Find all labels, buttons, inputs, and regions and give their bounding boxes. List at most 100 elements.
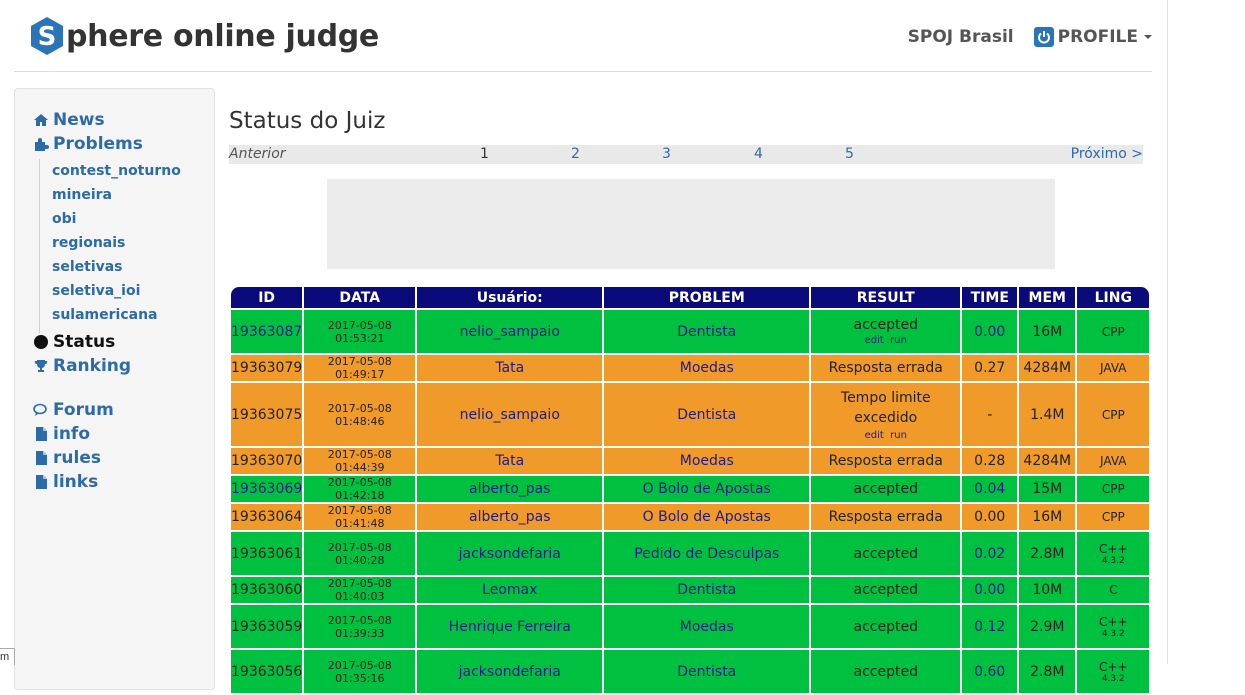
sidebar-item-rules[interactable]: rules [33, 448, 101, 468]
top-nav: SPOJ Brasil PROFILE [908, 26, 1152, 48]
time-value[interactable]: 0.00 [962, 577, 1018, 603]
table-row: 19363079 2017-05-08 01:49:17 Tata Moedas… [231, 355, 1150, 381]
edit-link[interactable]: edit [865, 430, 884, 441]
user-link[interactable]: jacksondefaria [417, 532, 603, 575]
result-text: accepted [811, 650, 961, 693]
table-row: 19363087 2017-05-08 01:53:21 nelio_sampa… [231, 310, 1150, 353]
svg-text:S: S [38, 22, 57, 52]
col-header-lang: LING [1077, 287, 1150, 308]
pager-page-4[interactable]: 4 [754, 146, 763, 162]
logo-text: phere online judge [66, 18, 379, 54]
user-link[interactable]: nelio_sampaio [417, 310, 603, 353]
submission-id: 19363069 [231, 476, 303, 502]
sidebar-subitem-mineira[interactable]: mineira [52, 187, 112, 203]
sidebar-item-ranking[interactable]: Ranking [33, 356, 131, 376]
time-value[interactable]: 0.02 [962, 532, 1018, 575]
chevron-down-icon[interactable] [1144, 35, 1152, 39]
result-text: accepted [811, 605, 961, 648]
result-cell: Tempo limite excedido edit run [811, 383, 961, 446]
mem-value: 1.4M [1019, 383, 1076, 446]
lang-value: CPP [1077, 476, 1150, 502]
result-text: Resposta errada [811, 448, 961, 474]
sidebar-subitem-contest-noturno[interactable]: contest_noturno [52, 163, 181, 179]
problem-link[interactable]: Moedas [604, 605, 810, 648]
result-text-line1: Tempo limite [840, 390, 931, 406]
mem-value: 2.8M [1019, 650, 1076, 693]
run-link[interactable]: run [890, 430, 907, 441]
user-link[interactable]: Tata [417, 448, 603, 474]
user-link[interactable]: nelio_sampaio [417, 383, 603, 446]
sidebar: News Problems contest_noturno mineira ob… [14, 88, 215, 690]
problem-link[interactable]: Pedido de Desculpas [604, 532, 810, 575]
user-link[interactable]: alberto_pas [417, 476, 603, 502]
lang-value: CPP [1077, 310, 1150, 353]
sidebar-item-info[interactable]: info [33, 424, 90, 444]
user-link[interactable]: Tata [417, 355, 603, 381]
sidebar-item-problems[interactable]: Problems [33, 134, 143, 154]
mem-value: 4284M [1019, 355, 1076, 381]
mem-value: 10M [1019, 577, 1076, 603]
lang-value: JAVA [1077, 448, 1150, 474]
time-value[interactable]: 0.60 [962, 650, 1018, 693]
mem-value: 2.8M [1019, 532, 1076, 575]
user-link[interactable]: Leomax [417, 577, 603, 603]
result-text: Resposta errada [811, 504, 961, 530]
submission-id-link[interactable]: 19363087 [231, 310, 303, 353]
result-text: accepted [853, 317, 918, 333]
pager-prev: Anterior [229, 146, 286, 162]
time-value[interactable]: 0.00 [962, 310, 1018, 353]
sidebar-item-links[interactable]: links [33, 472, 98, 492]
time-value[interactable]: 0.04 [962, 476, 1018, 502]
run-link[interactable]: run [890, 335, 907, 346]
problem-link[interactable]: Dentista [604, 310, 810, 353]
pager-next[interactable]: Próximo > [1071, 146, 1143, 162]
submission-date: 2017-05-08 01:49:17 [304, 355, 416, 381]
user-link[interactable]: Henrique Ferreira [417, 605, 603, 648]
edit-link[interactable]: edit [865, 335, 884, 346]
submission-id: 19363079 [231, 355, 303, 381]
profile-menu[interactable]: PROFILE [1058, 27, 1138, 47]
site-logo[interactable]: S phere online judge [29, 16, 379, 56]
result-text: accepted [811, 532, 961, 575]
puzzle-icon [35, 138, 49, 151]
time-value[interactable]: 0.12 [962, 605, 1018, 648]
submission-id-link[interactable]: 19363075 [231, 383, 303, 446]
sidebar-subitem-seletivas[interactable]: seletivas [52, 259, 123, 275]
pager-page-5[interactable]: 5 [845, 146, 854, 162]
status-table: ID DATA Usuário: PROBLEM RESULT TIME MEM… [229, 285, 1151, 695]
problem-link[interactable]: Dentista [604, 383, 810, 446]
edit-run-links: edit run [811, 430, 960, 441]
comments-icon [33, 403, 47, 416]
table-row: 19363059 2017-05-08 01:39:33 Henrique Fe… [231, 605, 1150, 648]
sidebar-item-news[interactable]: News [33, 110, 105, 130]
power-icon [1033, 27, 1054, 47]
sidebar-subitem-seletiva-ioi[interactable]: seletiva_ioi [52, 283, 140, 299]
sidebar-subitem-sulamericana[interactable]: sulamericana [52, 307, 158, 323]
problem-link[interactable]: Dentista [604, 577, 810, 603]
lang-value: C++ [1099, 541, 1128, 556]
problem-link[interactable]: Moedas [604, 355, 810, 381]
pager-page-2[interactable]: 2 [571, 146, 580, 162]
result-text: accepted [811, 476, 961, 502]
user-link[interactable]: alberto_pas [417, 504, 603, 530]
problem-link[interactable]: O Bolo de Apostas [604, 476, 810, 502]
sidebar-subitem-obi[interactable]: obi [52, 211, 76, 227]
sidebar-item-status[interactable]: Status [33, 332, 115, 352]
ad-placeholder [327, 179, 1055, 269]
sidebar-subitem-regionais[interactable]: regionais [52, 235, 125, 251]
submenu-divider [39, 159, 40, 333]
col-header-date: DATA [304, 287, 416, 308]
pager-page-3[interactable]: 3 [662, 146, 671, 162]
sidebar-item-forum[interactable]: Forum [33, 400, 114, 420]
trophy-icon [34, 360, 48, 372]
problem-link[interactable]: O Bolo de Apostas [604, 504, 810, 530]
col-header-id: ID [231, 287, 303, 308]
lang-value: JAVA [1077, 355, 1150, 381]
file-icon [36, 427, 47, 441]
user-link[interactable]: jacksondefaria [417, 650, 603, 693]
problem-link[interactable]: Moedas [604, 448, 810, 474]
mem-value: 4284M [1019, 448, 1076, 474]
submission-id: 19363061 [231, 532, 303, 575]
problem-link[interactable]: Dentista [604, 650, 810, 693]
spoj-brasil-link[interactable]: SPOJ Brasil [908, 27, 1014, 47]
